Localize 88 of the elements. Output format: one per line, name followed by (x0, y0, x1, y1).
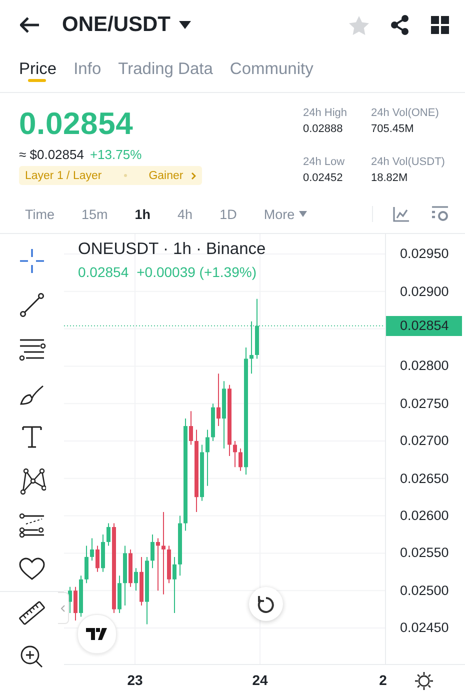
candle (79, 575, 83, 618)
price-tick: 0.02900 (400, 284, 449, 299)
caret-icon (298, 211, 307, 217)
share-icon[interactable] (391, 15, 409, 35)
date-label: 2 (379, 672, 387, 688)
stat-value: 0.02452 (303, 171, 344, 186)
chart-last-price: 0.02854 (78, 264, 129, 280)
stat-value: 18.82M (371, 171, 409, 186)
price-tick: 0.02600 (400, 508, 449, 523)
candle (172, 556, 176, 614)
candle (156, 538, 160, 592)
ruler-icon[interactable] (18, 599, 46, 627)
candle (145, 556, 149, 625)
caret-icon[interactable] (178, 21, 191, 29)
stat-label: 24h High (303, 106, 348, 121)
candle (101, 534, 105, 572)
interval-tab[interactable]: 4h (178, 206, 193, 222)
candle (118, 575, 122, 614)
chart-title: ONEUSDT · 1h · Binance (78, 240, 266, 259)
candle (84, 545, 88, 584)
interval-tab[interactable]: More (264, 206, 307, 222)
price-tick: 0.02650 (400, 470, 449, 486)
crosshair-icon[interactable] (18, 247, 46, 275)
usd-price: ≈ $0.02854 (19, 147, 84, 162)
price-tick: 0.02950 (400, 246, 449, 262)
candle (128, 548, 132, 588)
candle (250, 320, 254, 374)
pattern-icon[interactable] (18, 467, 46, 495)
candle (211, 403, 215, 442)
last-price: 0.02854 (19, 106, 134, 142)
indicator-settings-icon[interactable] (431, 206, 449, 222)
stat-value: 705.45M (371, 122, 415, 137)
reset-button[interactable] (249, 587, 283, 621)
tab[interactable]: Trading Data (118, 50, 213, 82)
candle (167, 545, 171, 584)
interval-tab[interactable]: 15m (82, 206, 108, 222)
trend-line-icon[interactable] (18, 291, 46, 319)
candle (74, 586, 78, 622)
price-tick: 0.02800 (400, 358, 449, 374)
candle (96, 545, 100, 572)
date-label: 23 (127, 672, 143, 688)
chart-change: +0.00039 (+1.39%) (136, 264, 256, 280)
price-tick: 0.02550 (400, 545, 449, 560)
reset-icon (257, 595, 275, 613)
stat-value: 0.02888 (303, 122, 344, 137)
chart-icon[interactable] (393, 206, 409, 222)
candle (140, 556, 144, 606)
logo-badge[interactable] (77, 614, 117, 654)
grid-icon[interactable] (431, 16, 449, 34)
candle (189, 410, 193, 446)
tab[interactable]: Community (230, 50, 314, 82)
stat-label: 24h Low (303, 155, 346, 170)
category-tag[interactable]: Gainer (148, 170, 184, 182)
candle (178, 515, 182, 576)
tab[interactable]: Info (74, 50, 102, 82)
price-tick: 0.02750 (400, 396, 449, 411)
candle (134, 568, 138, 592)
date-label: 24 (252, 672, 268, 688)
candle (150, 534, 154, 569)
price-tick: 0.02700 (400, 433, 449, 448)
candle (238, 448, 242, 472)
stat-label: 24h Vol(USDT) (371, 155, 446, 170)
interval-tab[interactable]: 1D (220, 206, 237, 222)
candle (123, 545, 127, 606)
candle (255, 298, 259, 360)
price-tick: 0.02450 (400, 620, 449, 636)
interval-tab[interactable]: 1h (134, 206, 151, 222)
candle (233, 440, 237, 468)
stat-label: 24h Vol(ONE) (371, 106, 440, 121)
category-tag[interactable]: Layer 1 / Layer (25, 170, 102, 182)
candle (106, 522, 110, 546)
settings-icon[interactable] (415, 672, 433, 690)
current-price-badge: 0.02854 (386, 316, 462, 336)
candle (216, 373, 220, 427)
tab[interactable]: Price (19, 50, 57, 82)
price-tick: 0.02500 (400, 582, 449, 598)
chevron-icon (61, 604, 65, 612)
star-icon[interactable] (349, 16, 369, 34)
candle (200, 444, 204, 502)
pair-title[interactable]: ONE/USDT (62, 13, 171, 37)
candle (206, 429, 210, 486)
price-change: +13.75% (90, 147, 142, 162)
candle (90, 538, 94, 562)
back-icon[interactable] (20, 17, 40, 33)
candle (222, 380, 226, 449)
forecast-icon[interactable] (18, 511, 46, 539)
logo-icon (86, 628, 108, 640)
interval-tab[interactable]: Time (25, 206, 54, 222)
